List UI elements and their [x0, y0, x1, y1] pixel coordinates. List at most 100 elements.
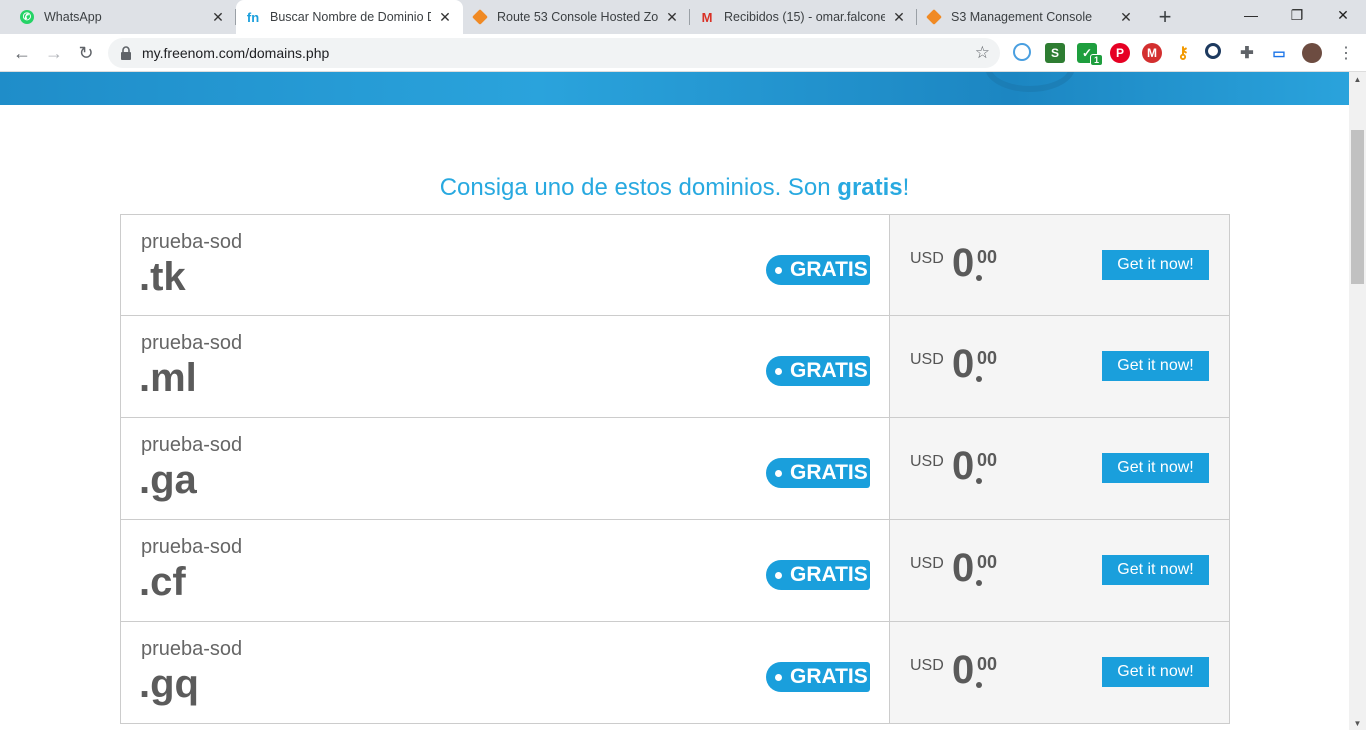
circle-icon[interactable] [1205, 43, 1221, 59]
key-icon[interactable]: ⚷ [1173, 43, 1193, 63]
badge-dot [775, 367, 782, 375]
tab-freenom[interactable]: fn Buscar Nombre de Dominio Di ✕ [236, 0, 463, 34]
domain-tld: .gq [139, 662, 199, 706]
domain-tld: .tk [139, 255, 186, 299]
whatsapp-icon: ✆ [20, 10, 34, 24]
tab-whatsapp[interactable]: ✆ WhatsApp ✕ [0, 0, 236, 34]
domain-row: prueba-sod .ga GRATIS USD 0 00 Get it no… [120, 418, 1230, 520]
price-integer: 0 [952, 444, 975, 488]
close-icon[interactable]: ✕ [664, 9, 680, 25]
s-icon[interactable]: S [1045, 43, 1065, 63]
browser-toolbar: ← → ↻ my.freenom.com/domains.php ☆ S ✓ P… [0, 34, 1366, 72]
domain-row: prueba-sod .gq GRATIS USD 0 00 Get it no… [120, 622, 1230, 724]
tab-gmail[interactable]: M Recibidos (15) - omar.falcones ✕ [690, 0, 917, 34]
freenom-icon: fn [246, 9, 260, 25]
close-icon[interactable]: ✕ [1118, 9, 1134, 25]
tab-route53[interactable]: Route 53 Console Hosted Zone ✕ [463, 0, 690, 34]
new-tab-button[interactable]: + [1152, 4, 1178, 29]
badge-label: GRATIS [790, 461, 868, 484]
close-window-button[interactable]: ✕ [1320, 0, 1366, 30]
gmail-icon: M [701, 9, 713, 25]
profile-avatar[interactable] [1302, 43, 1322, 63]
domain-tld: .cf [139, 560, 186, 604]
badge-label: GRATIS [790, 359, 868, 382]
get-it-now-button[interactable]: Get it now! [1102, 657, 1209, 687]
domain-name: prueba-sod [141, 434, 243, 456]
menu-icon[interactable]: ⋮ [1334, 41, 1358, 65]
reload-icon[interactable]: ↻ [74, 41, 98, 65]
forward-icon[interactable]: → [42, 41, 66, 65]
price-integer: 0 [952, 241, 975, 285]
price-cents: 00 [977, 654, 998, 674]
get-it-now-button[interactable]: Get it now! [1102, 453, 1209, 483]
tab-s3[interactable]: S3 Management Console ✕ [917, 0, 1144, 34]
lock-icon [121, 46, 131, 60]
cast-icon[interactable]: ▭ [1269, 43, 1289, 63]
get-it-now-button[interactable]: Get it now! [1102, 555, 1209, 585]
badge-label: GRATIS [790, 563, 868, 586]
page-scrollbar[interactable]: ▲ ▼ [1349, 72, 1366, 730]
tab-title: S3 Management Console [951, 10, 1093, 24]
close-icon[interactable]: ✕ [437, 9, 453, 25]
badge-dot [775, 469, 782, 477]
badge-label: GRATIS [790, 665, 868, 688]
puzzle-icon[interactable]: ✚ [1237, 43, 1257, 63]
heading-text: Consiga uno de estos dominios. Son [439, 174, 838, 201]
currency-label: USD [910, 555, 944, 572]
close-icon[interactable]: ✕ [210, 9, 226, 25]
minimize-button[interactable]: — [1228, 0, 1274, 30]
price-integer: 0 [952, 342, 975, 386]
scroll-up-arrow-icon[interactable]: ▲ [1349, 72, 1366, 86]
price-decimal-dot [976, 580, 982, 586]
currency-label: USD [910, 453, 944, 470]
heading-suffix: ! [902, 174, 910, 201]
get-it-now-button[interactable]: Get it now! [1102, 250, 1209, 280]
price-cell: USD 0 00 Get it now! [890, 622, 1229, 723]
badge-label: GRATIS [790, 258, 868, 281]
free-badge: GRATIS [766, 356, 870, 386]
price-cents: 00 [977, 552, 998, 572]
price-cell: USD 0 00 Get it now! [890, 215, 1229, 315]
tab-strip: ✆ WhatsApp ✕ fn Buscar Nombre de Dominio… [0, 0, 1366, 34]
price-integer: 0 [952, 546, 975, 590]
domain-cell: prueba-sod .ga GRATIS [121, 418, 890, 519]
edge-icon[interactable] [1013, 43, 1031, 61]
badge-dot [775, 266, 782, 274]
currency-label: USD [910, 657, 944, 674]
domain-name: prueba-sod [141, 536, 243, 558]
heading-bold: gratis [837, 174, 903, 201]
domain-tld: .ga [139, 458, 197, 502]
price-cents: 00 [977, 247, 998, 267]
pinterest-icon[interactable]: P [1110, 43, 1130, 63]
domain-cell: prueba-sod .tk GRATIS [121, 215, 890, 315]
domain-tld: .ml [139, 356, 197, 400]
bookmark-star-icon[interactable]: ☆ [975, 43, 990, 63]
price-decimal-dot [976, 478, 982, 484]
price-decimal-dot [976, 682, 982, 688]
free-badge: GRATIS [766, 255, 870, 285]
back-icon[interactable]: ← [10, 41, 34, 65]
currency-label: USD [910, 250, 944, 267]
m-icon[interactable]: M [1142, 43, 1162, 63]
price-cents: 00 [977, 450, 998, 470]
scroll-down-arrow-icon[interactable]: ▼ [1349, 716, 1366, 730]
restore-button[interactable]: ❐ [1274, 0, 1320, 30]
extension-badge: 1 [1090, 54, 1104, 66]
domain-row: prueba-sod .tk GRATIS USD 0 00 Get it no… [120, 214, 1230, 316]
badge-dot [775, 571, 782, 579]
price-cents: 00 [977, 348, 998, 368]
scrollbar-thumb[interactable] [1351, 130, 1364, 284]
free-badge: GRATIS [766, 560, 870, 590]
address-bar[interactable]: my.freenom.com/domains.php ☆ [108, 38, 1000, 68]
close-icon[interactable]: ✕ [891, 9, 907, 25]
page-heading: Consiga uno de estos dominios. Son grati… [0, 174, 1349, 202]
currency-label: USD [910, 351, 944, 368]
aws-icon [926, 9, 942, 25]
get-it-now-button[interactable]: Get it now! [1102, 351, 1209, 381]
free-badge: GRATIS [766, 458, 870, 488]
aws-icon [472, 9, 488, 25]
free-badge: GRATIS [766, 662, 870, 692]
price-cell: USD 0 00 Get it now! [890, 520, 1229, 621]
domain-cell: prueba-sod .ml GRATIS [121, 316, 890, 417]
banner-decoration [985, 72, 1075, 92]
